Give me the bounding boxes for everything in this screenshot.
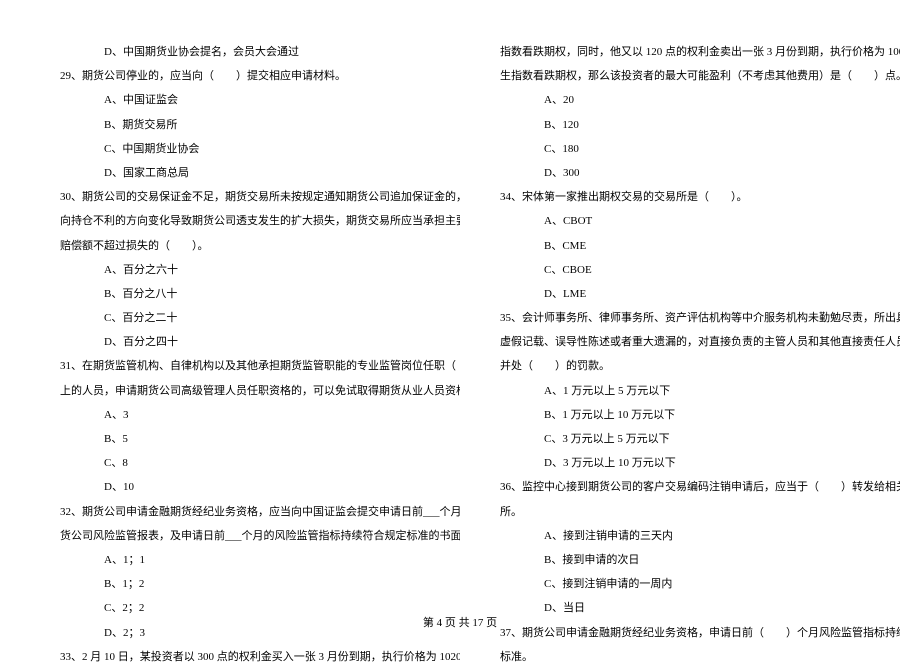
q33-option-b: B、120 <box>500 113 900 137</box>
q35-stem-line2: 虚假记载、误导性陈述或者重大遗漏的，对直接负责的主管人员和其他直接责任人员给予警… <box>500 330 900 354</box>
q35-option-c: C、3 万元以上 5 万元以下 <box>500 427 900 451</box>
q33-stem-line2: 指数看跌期权，同时，他又以 120 点的权利金卖出一张 3 月份到期，执行价格为… <box>500 40 900 64</box>
q36-option-b: B、接到申请的次日 <box>500 548 900 572</box>
q36-stem-line2: 所。 <box>500 500 900 524</box>
q34-option-d: D、LME <box>500 282 900 306</box>
q36-option-a: A、接到注销申请的三天内 <box>500 524 900 548</box>
q30-option-b: B、百分之八十 <box>60 282 460 306</box>
q32-option-a: A、1；1 <box>60 548 460 572</box>
q34-stem: 34、宋体第一家推出期权交易的交易所是（ ）。 <box>500 185 900 209</box>
two-column-layout: D、中国期货业协会提名，会员大会通过 29、期货公司停业的，应当向（ ）提交相应… <box>60 40 860 610</box>
q32-stem-line2: 货公司风险监管报表，及申请日前___个月的风险监管指标持续符合规定标准的书面保证… <box>60 524 460 548</box>
q31-stem-line1: 31、在期货监管机构、自律机构以及其他承担期货监管职能的专业监管岗位任职（ ）年… <box>60 354 460 378</box>
q31-stem-line2: 上的人员，申请期货公司高级管理人员任职资格的，可以免试取得期货从业人员资格。 <box>60 379 460 403</box>
q30-option-d: D、百分之四十 <box>60 330 460 354</box>
q35-option-b: B、1 万元以上 10 万元以下 <box>500 403 900 427</box>
q28-option-d: D、中国期货业协会提名，会员大会通过 <box>60 40 460 64</box>
q37-stem-line2: 标准。 <box>500 645 900 669</box>
q29-option-c: C、中国期货业协会 <box>60 137 460 161</box>
q31-option-a: A、3 <box>60 403 460 427</box>
q29-option-a: A、中国证监会 <box>60 88 460 112</box>
q29-stem: 29、期货公司停业的，应当向（ ）提交相应申请材料。 <box>60 64 460 88</box>
q30-option-c: C、百分之二十 <box>60 306 460 330</box>
q35-stem-line1: 35、会计师事务所、律师事务所、资产评估机构等中介服务机构未勤勉尽责，所出具的文… <box>500 306 900 330</box>
q32-stem-line1: 32、期货公司申请金融期货经纪业务资格，应当向中国证监会提交申请日前___个月月… <box>60 500 460 524</box>
q34-option-b: B、CME <box>500 234 900 258</box>
q32-option-b: B、1；2 <box>60 572 460 596</box>
q33-option-c: C、180 <box>500 137 900 161</box>
q30-stem-line1: 30、期货公司的交易保证金不足，期货交易所未按规定通知期货公司追加保证金的，由于… <box>60 185 460 209</box>
q29-option-d: D、国家工商总局 <box>60 161 460 185</box>
q33-option-d: D、300 <box>500 161 900 185</box>
q34-option-a: A、CBOT <box>500 209 900 233</box>
q30-option-a: A、百分之六十 <box>60 258 460 282</box>
page-footer: 第 4 页 共 17 页 <box>0 611 920 635</box>
left-column: D、中国期货业协会提名，会员大会通过 29、期货公司停业的，应当向（ ）提交相应… <box>60 40 460 610</box>
q35-option-a: A、1 万元以上 5 万元以下 <box>500 379 900 403</box>
q35-option-d: D、3 万元以上 10 万元以下 <box>500 451 900 475</box>
q30-stem-line3: 赔偿额不超过损失的（ ）。 <box>60 234 460 258</box>
q31-option-b: B、5 <box>60 427 460 451</box>
q29-option-b: B、期货交易所 <box>60 113 460 137</box>
q36-option-c: C、接到注销申请的一周内 <box>500 572 900 596</box>
q35-stem-line3: 并处（ ）的罚款。 <box>500 354 900 378</box>
q31-option-d: D、10 <box>60 475 460 499</box>
q34-option-c: C、CBOE <box>500 258 900 282</box>
q33-option-a: A、20 <box>500 88 900 112</box>
q30-stem-line2: 向持仓不利的方向变化导致期货公司透支发生的扩大损失，期货交易所应当承担主要赔偿责… <box>60 209 460 233</box>
right-column: 指数看跌期权，同时，他又以 120 点的权利金卖出一张 3 月份到期，执行价格为… <box>500 40 900 610</box>
q33-stem-line1: 33、2 月 10 日，某投资者以 300 点的权利金买入一张 3 月份到期，执… <box>60 645 460 669</box>
q33-stem-line3: 生指数看跌期权，那么该投资者的最大可能盈利（不考虑其他费用）是（ ）点。 <box>500 64 900 88</box>
q31-option-c: C、8 <box>60 451 460 475</box>
q36-stem-line1: 36、监控中心接到期货公司的客户交易编码注销申请后，应当于（ ）转发给相关期货交… <box>500 475 900 499</box>
